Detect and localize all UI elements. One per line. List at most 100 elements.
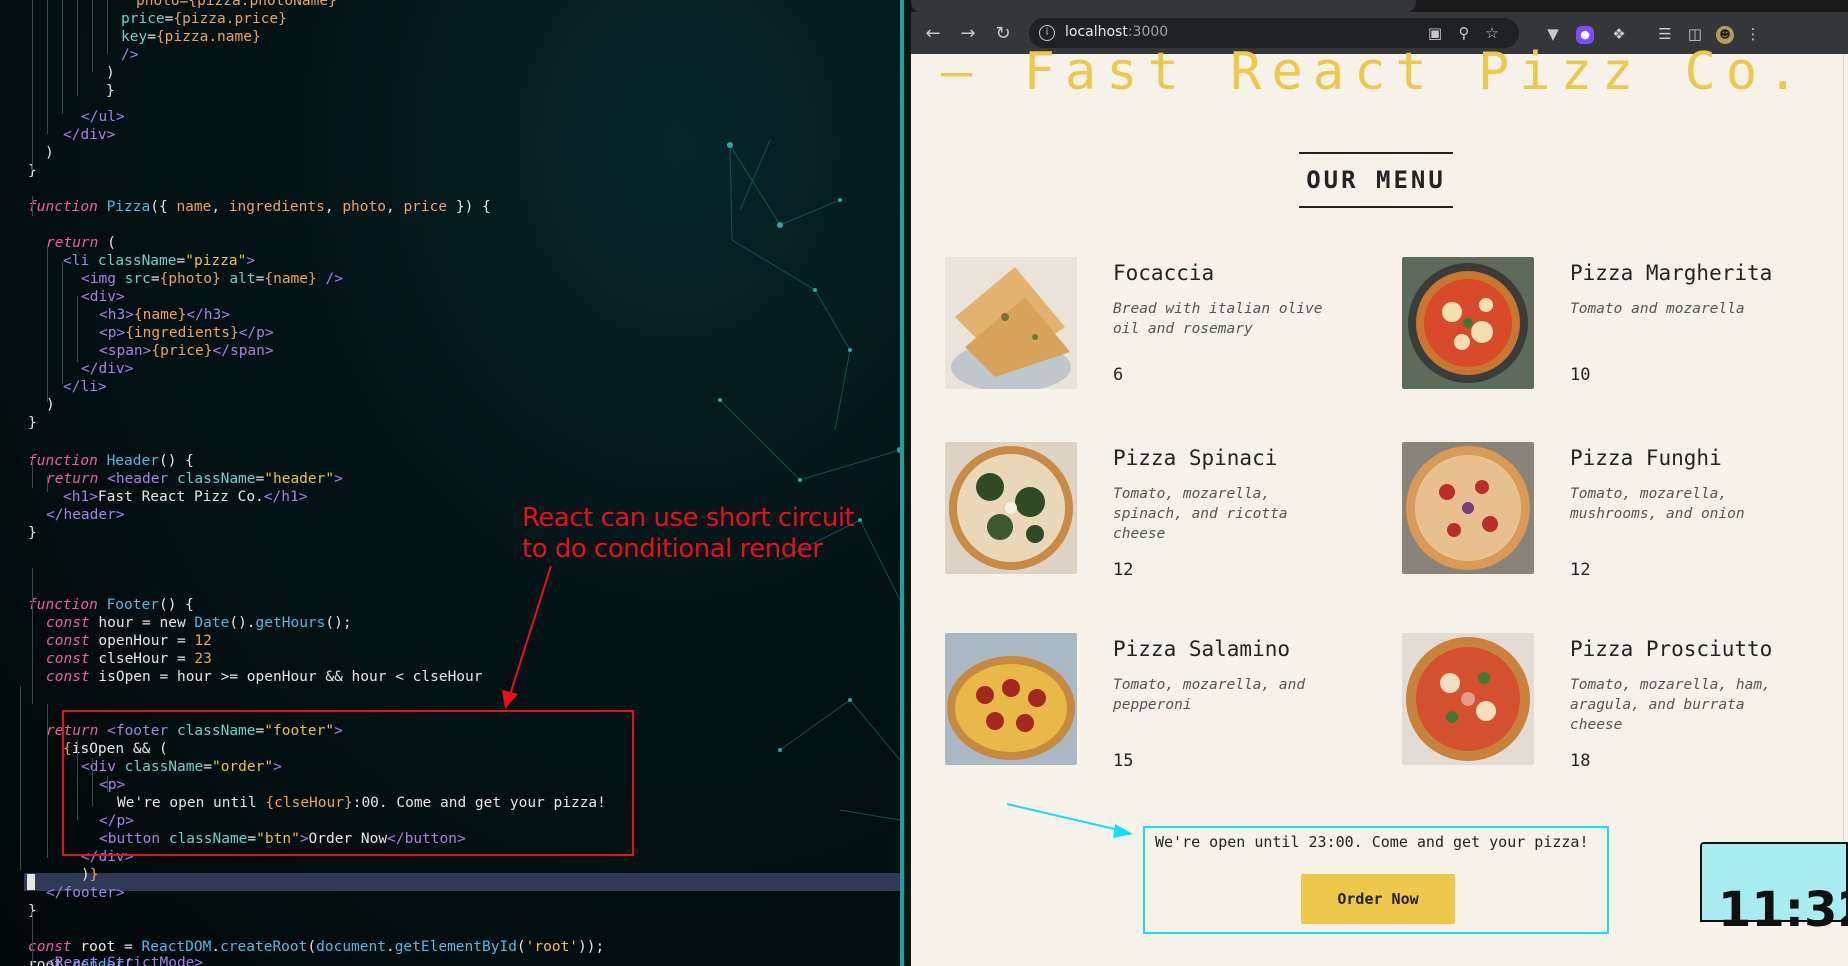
pizza-photo-funghi: [1402, 442, 1534, 574]
code-token: "pizza": [185, 253, 247, 269]
code-token: const: [46, 651, 99, 667]
active-tab[interactable]: [911, 0, 1416, 12]
code-token: 23: [194, 651, 212, 667]
code-line[interactable]: function Header() {: [28, 452, 194, 470]
url-port: :3000: [1127, 24, 1169, 40]
code-token: ({: [150, 199, 177, 215]
code-token: >: [334, 471, 343, 487]
code-line[interactable]: </div>: [81, 360, 133, 378]
code-token: }: [89, 867, 99, 883]
code-token: 'root': [525, 939, 579, 955]
url-host: localhost: [1065, 24, 1128, 40]
code-token: root =: [80, 939, 142, 955]
code-line[interactable]: <h3>{name}</h3>: [99, 306, 230, 324]
code-token: <span>: [99, 343, 152, 359]
indent-guide: [47, 0, 48, 134]
code-line[interactable]: ): [106, 64, 115, 82]
code-token: />: [121, 47, 139, 63]
code-line[interactable]: price={pizza.price}: [121, 10, 287, 28]
code-line[interactable]: const openHour = 12: [46, 632, 212, 650]
code-token: const: [46, 669, 99, 685]
code-token: name: [176, 199, 212, 215]
code-token: {photo}: [159, 271, 221, 287]
code-token: </footer>: [46, 885, 125, 901]
code-token: Date: [194, 615, 230, 631]
code-editor[interactable]: photo={pizza.photoName} price={pizza.pric…: [0, 0, 903, 966]
code-line[interactable]: </div>: [63, 126, 115, 144]
code-line[interactable]: <div>: [81, 288, 125, 306]
zoom-icon[interactable]: ⚲: [1454, 23, 1474, 43]
code-line[interactable]: }: [28, 524, 37, 542]
code-line[interactable]: key={pizza.name}: [121, 28, 261, 46]
code-token: 12: [194, 633, 212, 649]
pizza-name: Focaccia: [1113, 261, 1215, 285]
code-line[interactable]: <span>{price}</span>: [99, 342, 274, 360]
star-icon[interactable]: ☆: [1482, 23, 1502, 43]
code-token: photo: [342, 199, 386, 215]
site-title: — Fast React Pizz Co. —: [941, 42, 1848, 102]
code-line[interactable]: photo={pizza.photoName}: [136, 0, 337, 10]
code-line[interactable]: const isOpen = hour >= openHour && hour …: [46, 668, 483, 686]
code-token: ReactDOM: [141, 939, 212, 955]
code-token: }: [28, 415, 37, 431]
code-line[interactable]: </ul>: [81, 108, 125, 126]
pizza-card: Pizza Margherita Tomato and mozarella 10: [1402, 257, 1782, 389]
code-line[interactable]: <React.StrictMode>: [46, 954, 203, 966]
code-token: .: [211, 939, 221, 955]
url-text[interactable]: localhost:3000: [1065, 24, 1168, 40]
indent-guide: [62, 262, 63, 384]
code-line[interactable]: <li className="pizza">: [63, 252, 255, 270]
code-token: clseHour =: [98, 651, 195, 667]
code-line[interactable]: }: [28, 414, 37, 432]
code-token: ();: [325, 615, 352, 631]
pizza-ingredients: Bread with italian olive oil and rosemar…: [1113, 301, 1323, 337]
pizza-card: Pizza Funghi Tomato, mozarella, mushroom…: [1402, 442, 1782, 580]
code-line[interactable]: </header>: [46, 506, 125, 524]
pizza-photo-salamino: [945, 633, 1077, 765]
code-line[interactable]: function Footer() {: [28, 596, 194, 614]
code-line[interactable]: ): [45, 144, 54, 162]
pizza-name: Pizza Spinaci: [1113, 446, 1278, 470]
code-token: ,: [211, 199, 229, 215]
indent-guide: [47, 704, 48, 858]
code-line[interactable]: <img src={photo} alt={name} />: [81, 270, 343, 288]
code-token: Pizza: [106, 199, 151, 215]
code-token: ,: [385, 199, 404, 215]
code-line[interactable]: </footer>: [46, 884, 125, 902]
order-now-button[interactable]: Order Now: [1301, 874, 1455, 924]
code-line[interactable]: />: [121, 46, 138, 64]
code-line[interactable]: }: [106, 82, 115, 100]
code-token: return: [46, 235, 108, 251]
code-token: price: [403, 199, 448, 215]
pizza-price: 15: [1113, 751, 1134, 771]
indent-guide: [77, 296, 78, 362]
code-line[interactable]: const clseHour = 23: [46, 650, 212, 668]
code-line[interactable]: <h1>Fast React Pizz Co.</h1>: [63, 488, 307, 506]
pizza-ingredients: Tomato, mozarella, ham, aragula, and bur…: [1570, 677, 1771, 733]
scrollbar[interactable]: [1843, 54, 1848, 914]
code-line[interactable]: )}: [81, 866, 98, 884]
info-icon[interactable]: i: [1039, 25, 1055, 41]
code-token: }: [106, 83, 115, 99]
indent-guide: [32, 568, 33, 704]
code-token: </h3>: [186, 307, 230, 323]
code-token: ,: [324, 199, 343, 215]
install-icon[interactable]: ▣: [1425, 23, 1445, 43]
footer-order-box: We're open until 23:00. Come and get you…: [1143, 826, 1609, 934]
code-token: Header: [106, 453, 159, 469]
code-line[interactable]: return <header className="header">: [46, 470, 343, 488]
code-token: </li>: [63, 379, 107, 395]
pizza-card: Pizza Spinaci Tomato, mozarella, spinach…: [945, 442, 1325, 580]
web-page: — Fast React Pizz Co. — OUR MENU Focacci…: [911, 42, 1848, 966]
code-line[interactable]: const hour = new Date().getHours();: [46, 614, 352, 632]
indent-guide: [32, 0, 33, 170]
code-line[interactable]: return (: [46, 234, 116, 252]
indent-guide: [62, 0, 63, 114]
code-line[interactable]: </li>: [63, 378, 107, 396]
code-token: src: [124, 271, 151, 287]
code-line[interactable]: <p>{ingredients}</p>: [99, 324, 274, 342]
code-token: ): [45, 145, 54, 161]
code-token: >: [246, 253, 256, 269]
pizza-photo-prosciutto: [1402, 633, 1534, 765]
code-line[interactable]: function Pizza({ name, ingredients, phot…: [28, 198, 491, 216]
